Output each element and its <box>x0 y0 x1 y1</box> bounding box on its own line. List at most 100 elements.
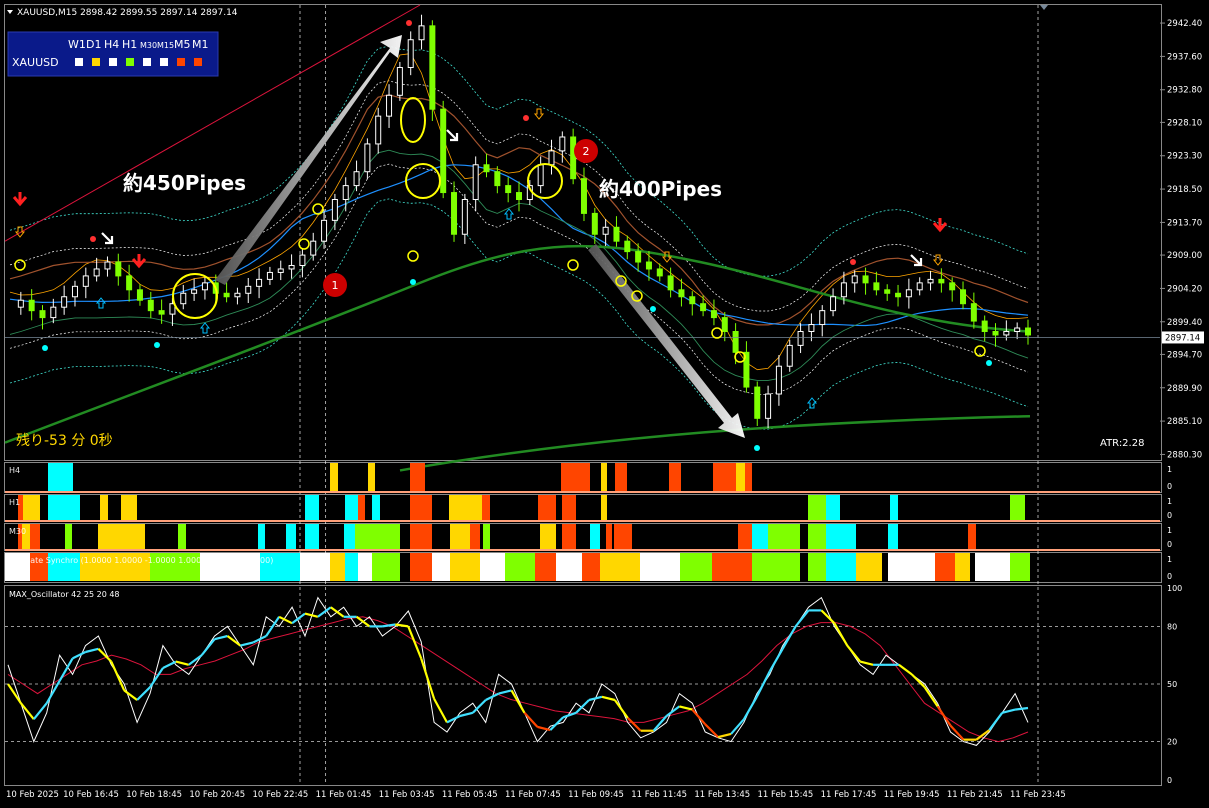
indicator-segment <box>345 553 358 581</box>
candle-body <box>147 299 154 312</box>
y-axis-label: 2928.10 <box>1167 118 1202 128</box>
candle-body <box>992 330 999 336</box>
indicator-segment <box>713 463 736 491</box>
candle-body <box>830 296 837 312</box>
timeframe-label: M5 <box>174 38 191 51</box>
symbol-header: XAUUSD,M15 2898.42 2899.55 2897.14 2897.… <box>17 8 238 18</box>
indicator-segment <box>358 495 365 520</box>
indicator-segment <box>736 463 745 491</box>
candle-body <box>949 282 956 291</box>
candle-body <box>938 278 945 284</box>
y-axis-label: 2880.30 <box>1167 450 1202 460</box>
x-axis-label: 11 Feb 07:45 <box>505 790 561 800</box>
indicator-segment <box>606 524 612 549</box>
indicator-segment <box>449 495 472 520</box>
candle-body <box>288 264 295 270</box>
candle-body <box>256 278 263 287</box>
candle-body <box>927 278 934 284</box>
y-axis-label: 2932.80 <box>1167 86 1202 96</box>
indicator-segment <box>590 524 600 549</box>
candle-body <box>613 226 620 242</box>
timeframe-status-square <box>194 58 202 66</box>
candle-body <box>580 178 587 214</box>
indicator-segment <box>669 463 681 491</box>
indicator-segment <box>601 495 607 520</box>
candle-body <box>17 299 24 308</box>
candle-body <box>310 240 317 256</box>
indicator-segment <box>752 524 768 549</box>
candle-body <box>808 324 815 332</box>
indicator-segment <box>23 495 40 520</box>
candle-body <box>916 282 923 291</box>
y-axis-label: 2909.00 <box>1167 251 1202 261</box>
indicator-segment <box>432 553 450 581</box>
timeframe-symbol: XAUUSD <box>12 56 59 69</box>
atr-label: ATR:2.28 <box>1100 438 1144 449</box>
indicator-segment <box>410 495 432 520</box>
candle-body <box>191 289 198 294</box>
y-axis-label: 2937.60 <box>1167 52 1202 62</box>
trading-chart[interactable]: H4 1 0 H1 1 0 M30 1 0 Ultimate Synchro (1.0000 1.… <box>0 0 1209 808</box>
candle-body <box>483 164 490 173</box>
cyan-dot <box>154 342 160 348</box>
timeframe-status-square <box>92 58 100 66</box>
x-axis-label: 11 Feb 01:45 <box>316 790 372 800</box>
candle-body <box>884 289 891 294</box>
candle-body <box>700 303 707 312</box>
indicator-segment <box>30 524 40 549</box>
indicator-y-tick: 0 <box>1167 482 1172 491</box>
red-dot <box>850 259 856 265</box>
indicator-segment <box>975 553 1010 581</box>
candle-body <box>201 282 208 291</box>
cyan-dot <box>42 345 48 351</box>
candle-body <box>104 261 111 270</box>
candle-body <box>407 39 414 69</box>
candle-body <box>158 310 165 315</box>
y-axis-label: 2904.20 <box>1167 284 1202 294</box>
candle-body <box>50 306 57 319</box>
candle-body <box>645 261 652 270</box>
indicator-y-tick: 1 <box>1167 526 1172 535</box>
indicator-panel-title: Ultimate Synchro (1.0000 1.0000 -1.0000 … <box>9 556 273 565</box>
countdown-timer: 残り-53 分 0秒 <box>16 433 113 449</box>
y-axis-label: 2894.70 <box>1167 350 1202 360</box>
indicator-segment <box>470 524 480 549</box>
oscillator-y-tick: 100 <box>1167 584 1182 593</box>
indicator-segment <box>614 524 632 549</box>
oscillator-y-tick: 20 <box>1167 738 1177 747</box>
candle-body <box>895 292 902 298</box>
step-badge-label: 2 <box>583 145 590 158</box>
indicator-segment <box>410 463 425 491</box>
candle-body <box>505 185 512 194</box>
candle-body <box>721 317 728 332</box>
candle-body <box>819 310 826 326</box>
x-axis-label: 10 Feb 2025 <box>6 790 59 800</box>
indicator-segment <box>968 524 976 549</box>
indicator-segment <box>372 495 380 520</box>
indicator-y-tick: 1 <box>1167 555 1172 564</box>
oscillator-panel-frame <box>4 585 1162 786</box>
oscillator-y-tick: 80 <box>1167 622 1177 631</box>
candle-body <box>754 386 761 419</box>
candle-body <box>667 275 674 291</box>
indicator-segment <box>562 495 576 520</box>
indicator-segment <box>372 524 400 549</box>
candle-body <box>732 330 739 353</box>
indicator-segment <box>856 553 882 581</box>
candle-body <box>396 67 403 96</box>
timeframe-status-square <box>143 58 151 66</box>
indicator-segment <box>738 524 752 549</box>
x-axis-label: 11 Feb 19:45 <box>884 790 940 800</box>
oscillator-y-tick: 0 <box>1167 776 1172 785</box>
candle-body <box>277 268 284 273</box>
candle-body <box>1003 330 1010 336</box>
timeframe-label: M1 <box>192 38 209 51</box>
indicator-panel-title: H1 <box>9 498 20 507</box>
candle-body <box>386 94 393 117</box>
x-axis-label: 11 Feb 09:45 <box>568 790 624 800</box>
red-dot <box>406 20 412 26</box>
candle-body <box>635 251 642 263</box>
candle-body <box>862 275 869 284</box>
candle-body <box>765 393 772 419</box>
candle-body <box>786 344 793 367</box>
